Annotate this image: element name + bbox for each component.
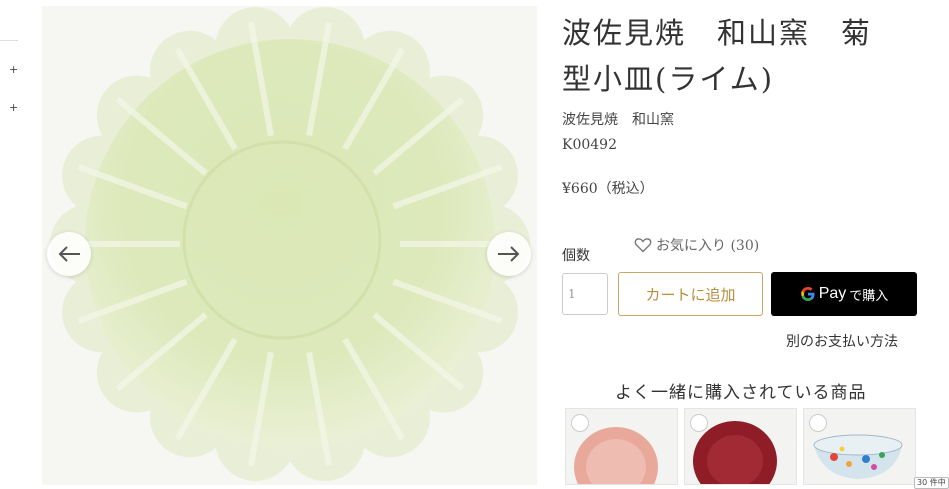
left-filter-rail: + + xyxy=(0,0,20,485)
select-checkbox[interactable] xyxy=(571,414,589,432)
add-to-cart-button[interactable]: カートに追加 xyxy=(618,272,763,316)
product-title: 波佐見焼 和山窯 菊 型小皿(ライム) xyxy=(562,10,932,102)
next-image-button[interactable] xyxy=(487,232,531,276)
quantity-label: 個数 xyxy=(562,248,590,264)
arrow-left-icon xyxy=(58,246,80,262)
google-g-icon xyxy=(800,287,815,301)
product-price: ¥660（税込） xyxy=(562,181,654,197)
related-product-pink-plate[interactable] xyxy=(565,408,678,485)
product-sku: K00492 xyxy=(562,137,617,153)
arrow-right-icon xyxy=(498,246,520,262)
previous-image-button[interactable] xyxy=(47,232,91,276)
google-pay-button[interactable]: Pay で購入 xyxy=(771,272,917,316)
product-image-gallery[interactable] xyxy=(42,6,537,485)
related-products-list xyxy=(565,408,949,485)
favorite-button[interactable]: お気に入り (30) xyxy=(634,235,759,255)
related-product-glass-bowl[interactable] xyxy=(803,408,916,485)
expand-plus-icon[interactable]: + xyxy=(9,63,18,76)
related-product-red-plate[interactable] xyxy=(684,408,797,485)
select-checkbox[interactable] xyxy=(809,414,827,432)
rail-divider xyxy=(0,40,18,41)
quantity-input[interactable] xyxy=(562,273,608,315)
product-image xyxy=(42,6,537,485)
product-title-line2: 型小皿(ライム) xyxy=(562,62,775,96)
product-maker[interactable]: 波佐見焼 和山窯 xyxy=(562,109,674,129)
heart-icon xyxy=(634,238,652,253)
add-to-cart-label: カートに追加 xyxy=(645,285,736,304)
expand-plus-icon[interactable]: + xyxy=(9,101,18,114)
product-title-line1: 波佐見焼 和山窯 菊 xyxy=(562,16,873,50)
favorite-label: お気に入り (30) xyxy=(656,238,760,254)
gpay-label: Pay xyxy=(818,285,847,302)
select-checkbox[interactable] xyxy=(690,414,708,432)
other-payment-link[interactable]: 別のお支払い方法 xyxy=(786,331,898,351)
gpay-buy-label: で購入 xyxy=(849,288,889,304)
result-count-badge: 30 件中 xyxy=(914,477,949,489)
related-products-title: よく一緒に購入されている商品 xyxy=(615,383,867,403)
